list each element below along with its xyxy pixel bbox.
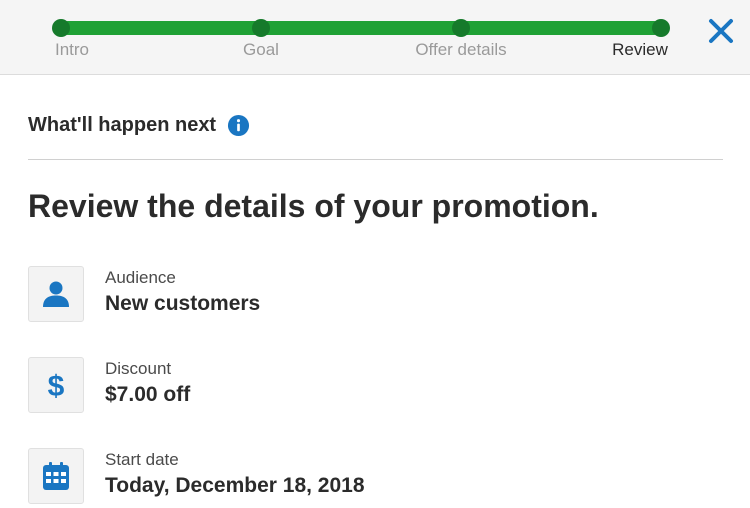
- what-happens-next-title: What'll happen next: [28, 114, 217, 136]
- person-icon: [43, 281, 69, 307]
- step-dot-intro: [52, 19, 70, 37]
- detail-audience: Audience New customers: [28, 266, 718, 326]
- discount-icon-tile: $: [28, 357, 84, 413]
- detail-label: Discount: [105, 359, 172, 378]
- svg-text:$: $: [48, 370, 65, 401]
- step-dot-review: [652, 19, 670, 37]
- close-button[interactable]: [706, 16, 736, 46]
- detail-start-date: Start date Today, December 18, 2018: [28, 448, 718, 508]
- section-divider: [28, 159, 723, 160]
- detail-discount: $ Discount $7.00 off: [28, 357, 718, 417]
- dollar-icon: $: [48, 370, 65, 401]
- progress-header: Intro Goal Offer details Review: [0, 0, 750, 75]
- step-dot-goal: [252, 19, 270, 37]
- step-label-intro: Intro: [54, 40, 90, 59]
- step-label-goal: Goal: [243, 40, 279, 59]
- step-label-offer-details: Offer details: [415, 40, 507, 59]
- step-label-review: Review: [612, 40, 668, 59]
- detail-value: $7.00 off: [105, 383, 191, 406]
- progress-track: [61, 21, 661, 35]
- page-title: Review the details of your promotion.: [28, 188, 599, 224]
- start-date-icon-tile: [28, 448, 84, 504]
- detail-label: Start date: [105, 450, 179, 469]
- audience-icon-tile: [28, 266, 84, 322]
- detail-label: Audience: [105, 268, 176, 287]
- what-happens-next-row: What'll happen next: [28, 114, 250, 137]
- calendar-icon: [43, 462, 69, 490]
- step-dot-offer-details: [452, 19, 470, 37]
- detail-value: Today, December 18, 2018: [105, 474, 365, 497]
- detail-value: New customers: [105, 292, 261, 315]
- info-icon[interactable]: [227, 114, 250, 137]
- close-icon: [709, 19, 733, 43]
